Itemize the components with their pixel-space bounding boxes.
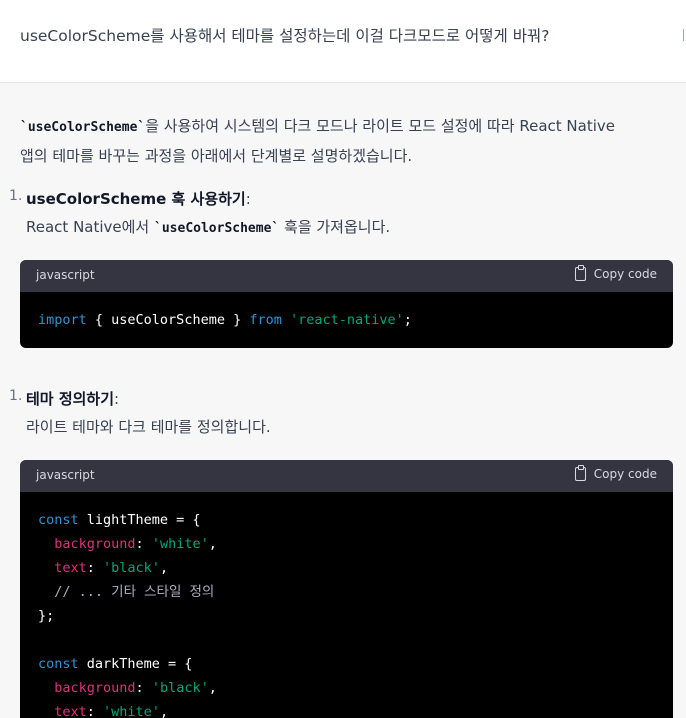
code-line: text: 'black', xyxy=(54,560,169,576)
code-line: background: 'black', xyxy=(54,680,217,696)
code-header: javascript Copy code xyxy=(20,460,673,492)
code-language: javascript xyxy=(36,268,95,282)
comment: // ... 기타 스타일 정의 xyxy=(54,584,215,600)
code-line: import { useColorScheme } from 'react-na… xyxy=(38,308,655,332)
inline-code: `useColorScheme` xyxy=(20,120,146,135)
copy-code-button[interactable]: Copy code xyxy=(574,265,657,281)
step-colon: : xyxy=(114,390,120,408)
string: 'white' xyxy=(151,536,209,552)
clipboard-icon xyxy=(574,265,586,281)
code-block: javascript Copy code import { useColorSc… xyxy=(20,260,673,348)
code-line: // ... 기타 스타일 정의 xyxy=(38,580,655,604)
intro-line-1: `useColorScheme`을 사용하여 시스템의 다크 모드나 라이트 모… xyxy=(20,112,670,142)
code-block: javascript Copy code const lightTheme = … xyxy=(20,460,673,718)
code-line: const lightTheme = { xyxy=(38,508,655,532)
inline-code: `useColorScheme` xyxy=(154,221,280,236)
step-title-text: 테마 정의하기 xyxy=(26,390,115,408)
keyword: const xyxy=(38,512,79,528)
clipboard-icon xyxy=(574,465,586,481)
step-number: 1. xyxy=(9,188,23,204)
code-header: javascript Copy code xyxy=(20,260,673,292)
code-text: darkTheme = { xyxy=(78,656,193,672)
code-text: { useColorScheme } xyxy=(86,312,250,328)
step-description: 라이트 테마와 다크 테마를 정의합니다. xyxy=(26,418,271,436)
code-body: const lightTheme = { background: 'white'… xyxy=(20,492,673,718)
step-title-text: useColorScheme 훅 사용하기 xyxy=(26,190,246,208)
code-line: background: 'white', xyxy=(54,536,217,552)
string: 'white' xyxy=(103,704,160,718)
step-title: 테마 정의하기: xyxy=(26,388,119,409)
intro-line-2: 앱의 테마를 바꾸는 과정을 아래에서 단계별로 설명하겠습니다. xyxy=(20,147,413,165)
keyword: from xyxy=(249,312,282,328)
user-message-text: useColorScheme를 사용해서 테마를 설정하는데 이걸 다크모드로 … xyxy=(20,27,550,45)
step-title: useColorScheme 훅 사용하기: xyxy=(26,188,251,209)
code-line: text: 'white', xyxy=(54,704,169,718)
step-desc-text: 훅을 가져옵니다. xyxy=(279,218,391,236)
intro-text: 을 사용하여 시스템의 다크 모드나 라이트 모드 설정에 따라 React N… xyxy=(145,117,615,135)
assistant-message: `useColorScheme`을 사용하여 시스템의 다크 모드나 라이트 모… xyxy=(0,84,686,718)
step-colon: : xyxy=(245,190,251,208)
code-line: const darkTheme = { xyxy=(38,652,655,676)
property: text xyxy=(54,560,87,576)
property: background xyxy=(54,680,136,696)
property: text xyxy=(54,704,87,718)
step-number: 1. xyxy=(9,388,23,404)
keyword: import xyxy=(38,312,87,328)
property: background xyxy=(54,536,136,552)
step-description: React Native에서 `useColorScheme` 훅을 가져옵니다… xyxy=(26,216,390,237)
user-message: useColorScheme를 사용해서 테마를 설정하는데 이걸 다크모드로 … xyxy=(0,0,686,83)
step-desc-text: React Native에서 xyxy=(26,218,155,236)
code-body: import { useColorScheme } from 'react-na… xyxy=(20,292,673,332)
string: 'black' xyxy=(151,680,209,696)
copy-code-label: Copy code xyxy=(593,267,657,281)
string: 'react-native' xyxy=(290,312,404,328)
intro-paragraph: `useColorScheme`을 사용하여 시스템의 다크 모드나 라이트 모… xyxy=(20,112,670,170)
code-text: ; xyxy=(403,312,412,328)
code-text: }; xyxy=(38,608,55,624)
code-line: }; xyxy=(38,604,655,628)
string: 'black' xyxy=(103,560,160,576)
keyword: const xyxy=(38,656,79,672)
copy-code-button[interactable]: Copy code xyxy=(574,465,657,481)
copy-code-label: Copy code xyxy=(593,467,657,481)
code-language: javascript xyxy=(36,468,95,482)
code-text: lightTheme = { xyxy=(78,512,201,528)
